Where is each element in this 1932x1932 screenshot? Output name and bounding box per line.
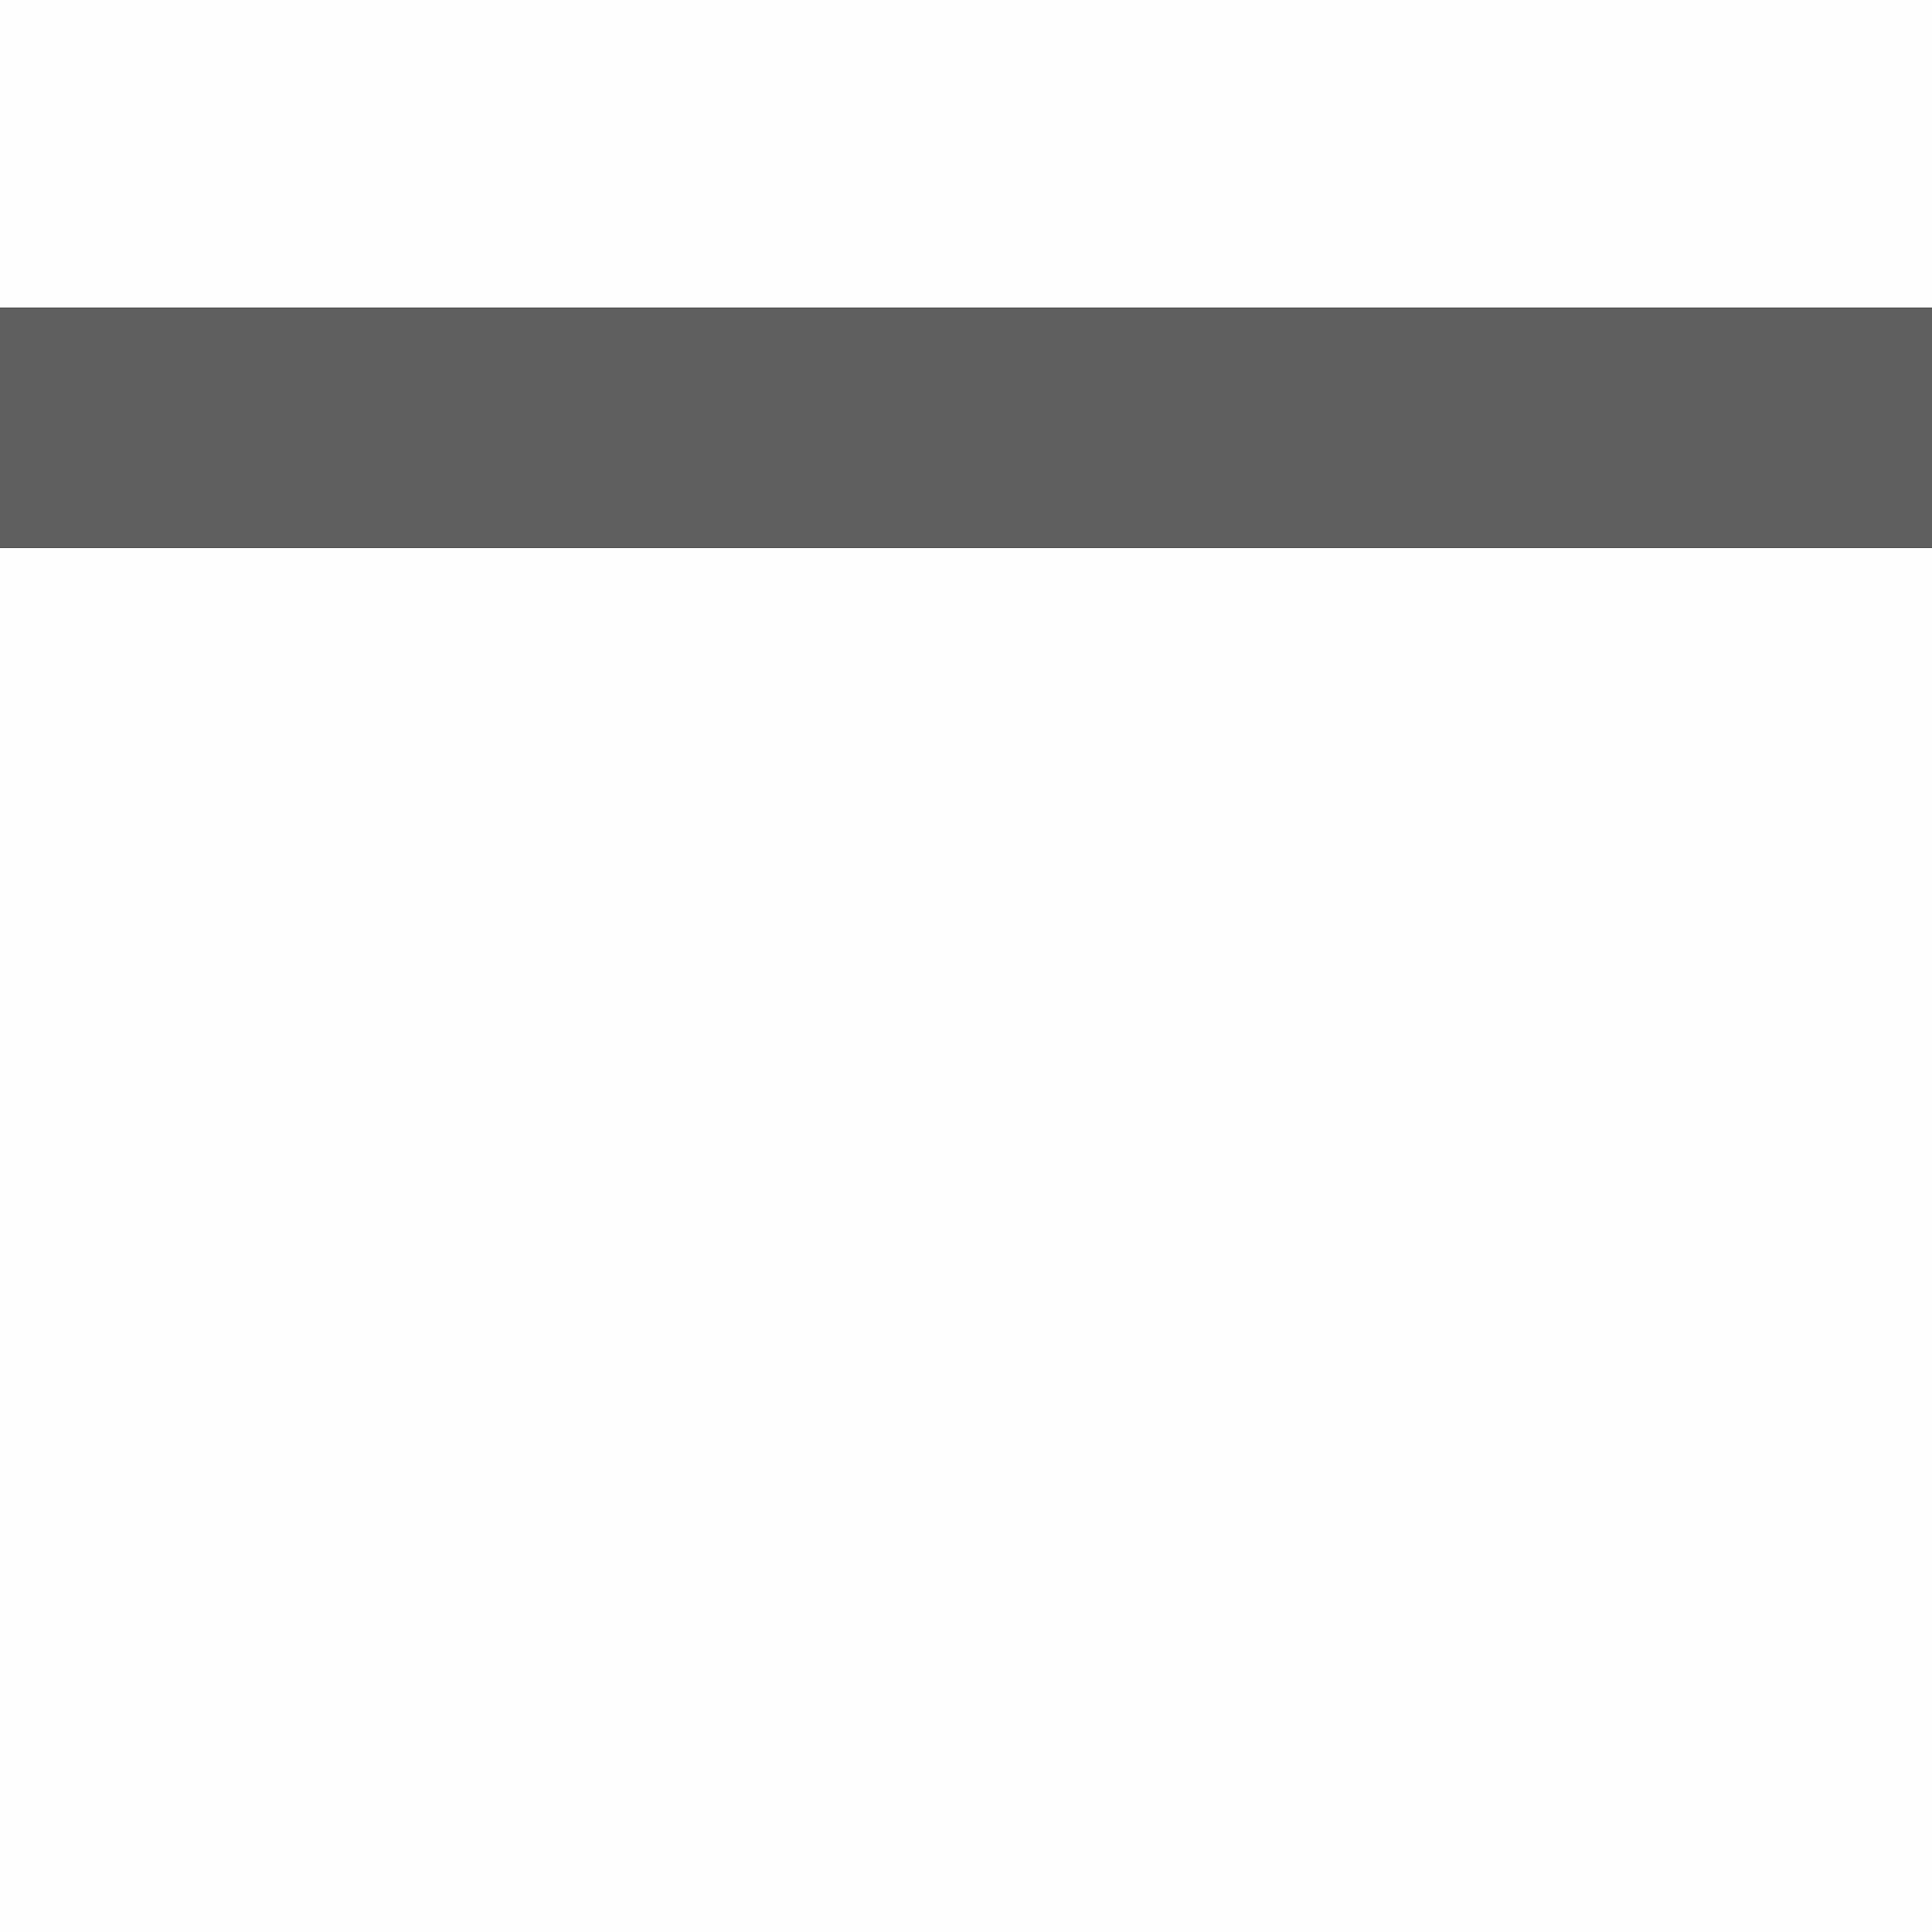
top-blank-area [0,0,1932,308]
blank-page [0,0,1932,1932]
content-blank-area [0,548,1932,1932]
gray-banner-bar [0,308,1932,548]
